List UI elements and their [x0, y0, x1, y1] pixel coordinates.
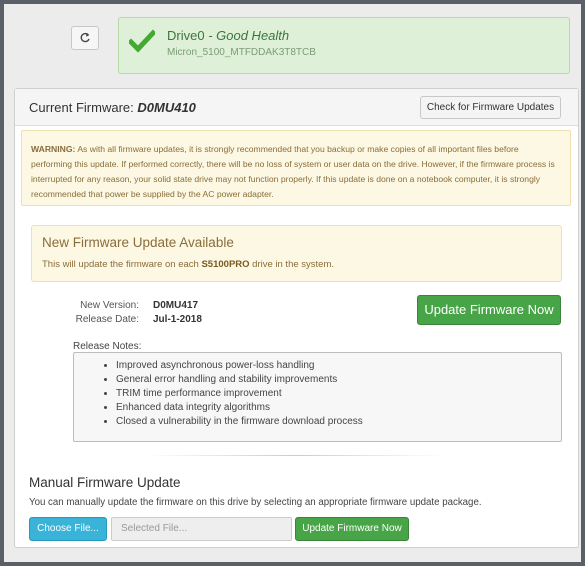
drive-title: Drive0 - Good Health — [167, 28, 289, 43]
update-firmware-now-button[interactable]: Update Firmware Now — [417, 295, 561, 325]
release-notes-box: Improved asynchronous power-loss handlin… — [73, 352, 562, 442]
release-notes-label: Release Notes: — [73, 341, 142, 352]
firmware-panel: Current Firmware: D0MU410 Check for Firm… — [14, 88, 579, 548]
update-available-alert: New Firmware Update Available This will … — [31, 225, 562, 282]
drive-health-panel: Drive0 - Good Health Micron_5100_MTFDDAK… — [118, 17, 570, 74]
check-updates-button[interactable]: Check for Firmware Updates — [420, 96, 561, 119]
list-item: Enhanced data integrity algorithms — [116, 401, 561, 415]
refresh-button[interactable] — [71, 26, 99, 50]
update-available-title: New Firmware Update Available — [42, 235, 234, 250]
panel-header: Current Firmware: D0MU410 Check for Firm… — [15, 89, 578, 126]
warning-text: As with all firmware updates, it is stro… — [31, 144, 555, 199]
list-item: TRIM time performance improvement — [116, 387, 561, 401]
drive-name: Drive0 — [167, 28, 205, 43]
new-version-label: New Version: — [80, 300, 139, 311]
current-firmware: Current Firmware: D0MU410 — [29, 100, 196, 115]
release-notes-list: Improved asynchronous power-loss handlin… — [74, 353, 561, 429]
release-date-label: Release Date: — [75, 314, 139, 325]
update-available-text-before: This will update the firmware on each — [42, 259, 202, 270]
manual-update-firmware-button[interactable]: Update Firmware Now — [295, 517, 409, 541]
app-window: Drive0 - Good Health Micron_5100_MTFDDAK… — [0, 0, 585, 566]
warning-alert: WARNING: As with all firmware updates, i… — [21, 130, 571, 206]
refresh-icon — [80, 32, 90, 43]
list-item: Closed a vulnerability in the firmware d… — [116, 415, 561, 429]
divider — [145, 455, 445, 456]
update-available-text: This will update the firmware on each S5… — [42, 259, 334, 270]
new-version-value: D0MU417 — [153, 300, 199, 311]
current-firmware-label: Current Firmware: — [29, 100, 134, 115]
drive-family: S5100PRO — [201, 259, 250, 270]
list-item: Improved asynchronous power-loss handlin… — [116, 359, 561, 373]
manual-update-description: You can manually update the firmware on … — [29, 497, 482, 508]
release-date-value: Jul-1-2018 — [153, 314, 202, 325]
drive-health: Good Health — [216, 28, 290, 43]
drive-model: Micron_5100_MTFDDAK3T8TCB — [167, 47, 316, 58]
choose-file-button[interactable]: Choose File... — [29, 517, 107, 541]
list-item: General error handling and stability imp… — [116, 373, 561, 387]
drive-title-separator: - — [204, 28, 217, 43]
manual-update-title: Manual Firmware Update — [29, 475, 181, 490]
update-available-text-after: drive in the system. — [249, 259, 335, 270]
current-firmware-value: D0MU410 — [137, 100, 196, 115]
selected-file-field[interactable]: Selected File... — [111, 517, 292, 541]
warning-prefix: WARNING: — [31, 144, 76, 154]
checkmark-icon — [129, 29, 155, 53]
